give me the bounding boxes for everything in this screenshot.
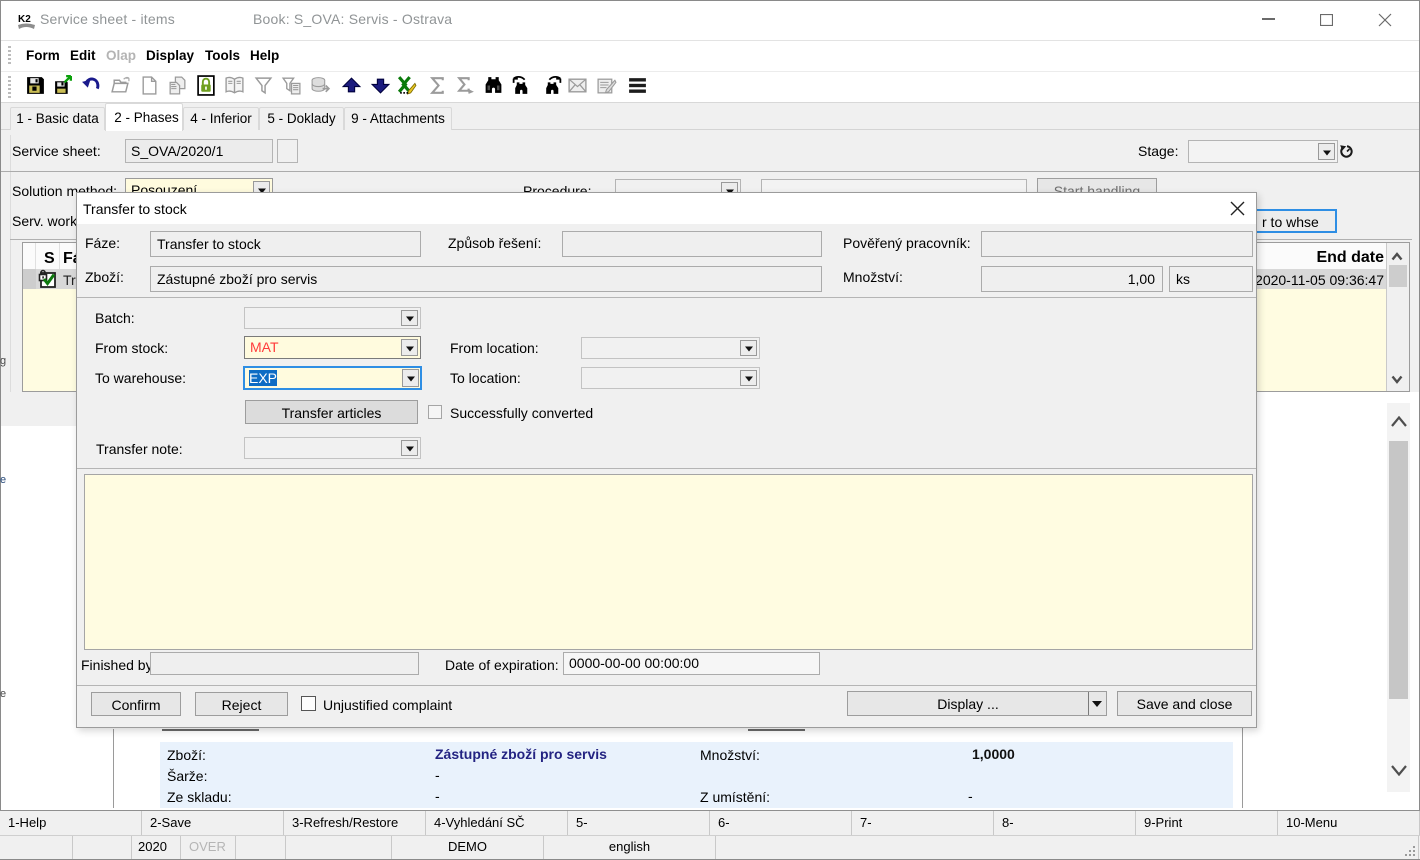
svg-text:K2: K2	[18, 14, 31, 25]
